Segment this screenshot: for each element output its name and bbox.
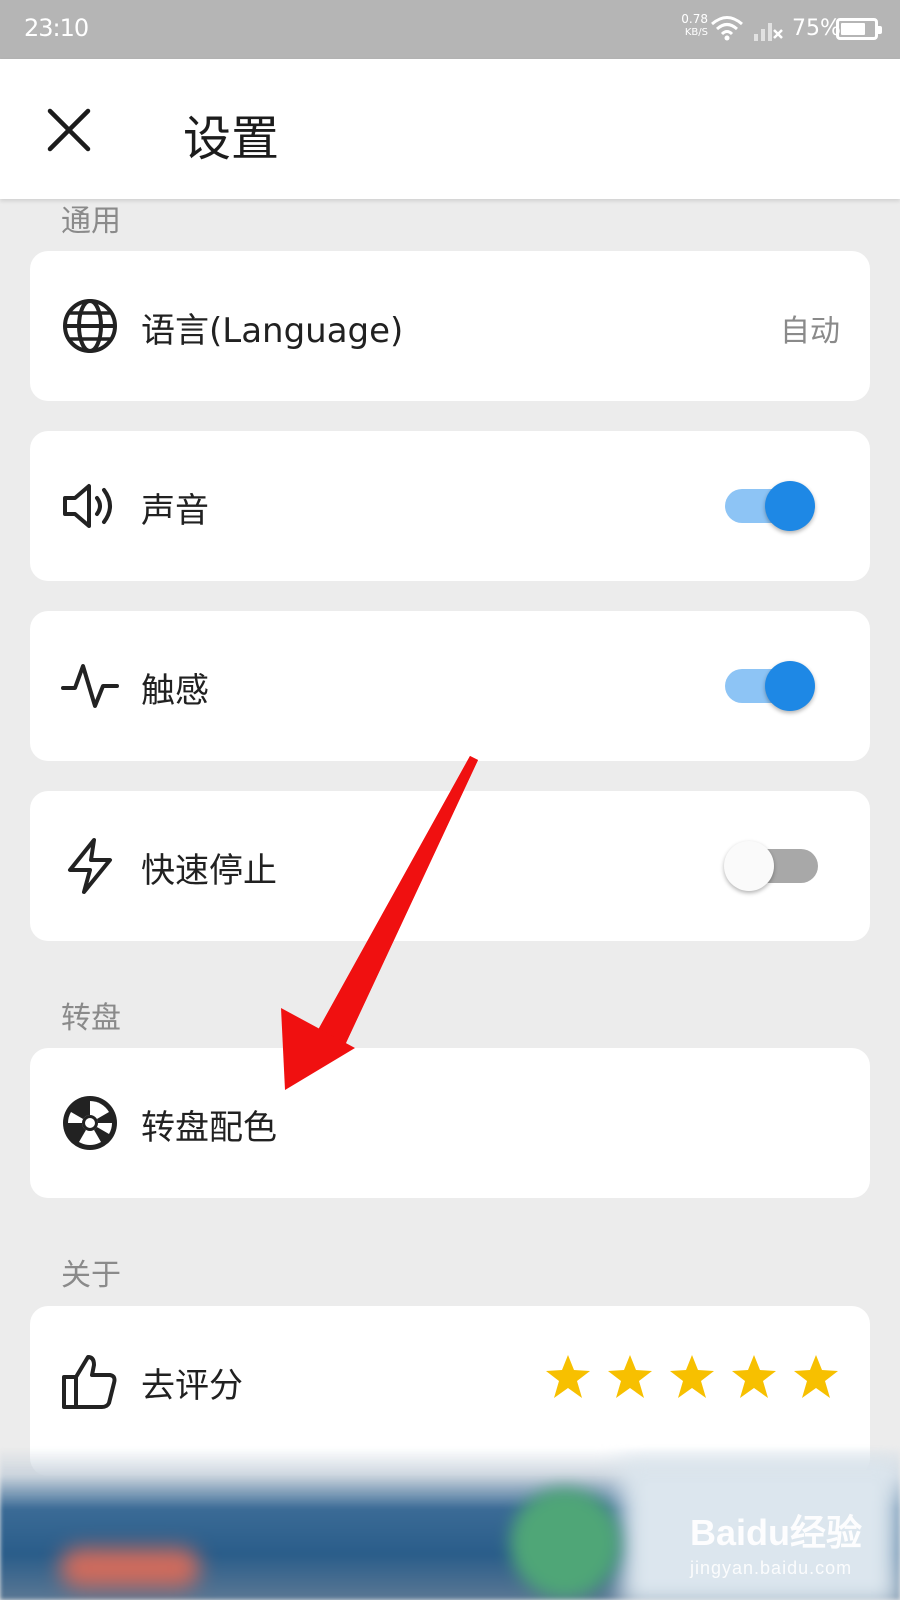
watermark-url: jingyan.baidu.com (690, 1558, 853, 1578)
sound-label: 声音 (141, 491, 209, 531)
network-speed-value: 0.78 (681, 12, 708, 26)
haptics-row: 触感 (30, 611, 870, 761)
quick-stop-label: 快速停止 (141, 851, 277, 891)
network-speed: 0.78 KB/S (672, 12, 708, 40)
haptics-label: 触感 (141, 671, 209, 711)
network-speed-unit: KB/S (684, 27, 708, 38)
wheel-icon (63, 1096, 117, 1150)
battery-icon (836, 18, 882, 40)
quick-stop-row: 快速停止 (30, 791, 870, 941)
battery-fill (841, 23, 865, 35)
language-label: 语言(Language) (141, 311, 404, 351)
star-icon[interactable] (668, 1353, 716, 1401)
rating-stars[interactable] (544, 1353, 840, 1401)
star-icon[interactable] (730, 1353, 778, 1401)
watermark-logo-text: Baidu经验 (690, 1512, 863, 1553)
toggle-knob (724, 841, 774, 891)
star-icon[interactable] (606, 1353, 654, 1401)
wheel-colors-row[interactable]: 转盘配色 (30, 1048, 870, 1198)
blur-patch (510, 1488, 620, 1598)
toggle-knob (765, 661, 815, 711)
speaker-icon (63, 484, 112, 528)
thumbs-up-icon (62, 1355, 117, 1409)
language-row[interactable]: 语言(Language) 自动 (30, 251, 870, 401)
status-bar: 23:10 0.78 KB/S 75% (0, 0, 900, 59)
signal-icon (754, 23, 783, 41)
status-time: 23:10 (24, 14, 89, 42)
blur-patch (60, 1548, 200, 1588)
sound-row: 声音 (30, 431, 870, 581)
app-bar: 设置 (0, 59, 900, 199)
rate-label: 去评分 (141, 1366, 243, 1406)
close-icon[interactable] (44, 105, 94, 155)
lightning-icon (68, 838, 112, 894)
watermark: Baidu经验 jingyan.baidu.com (690, 1504, 862, 1579)
star-icon[interactable] (792, 1353, 840, 1401)
wheel-colors-label: 转盘配色 (141, 1108, 277, 1148)
globe-icon (63, 299, 117, 353)
star-icon[interactable] (544, 1353, 592, 1401)
toggle-knob (765, 481, 815, 531)
section-label-about: 关于 (61, 1258, 121, 1293)
page-title: 设置 (183, 111, 280, 167)
battery-percent: 75% (792, 16, 841, 41)
section-label-general: 通用 (61, 204, 121, 239)
pulse-icon (61, 664, 119, 708)
section-label-wheel: 转盘 (61, 1001, 121, 1036)
language-value: 自动 (780, 314, 840, 349)
wifi-icon (711, 16, 743, 41)
